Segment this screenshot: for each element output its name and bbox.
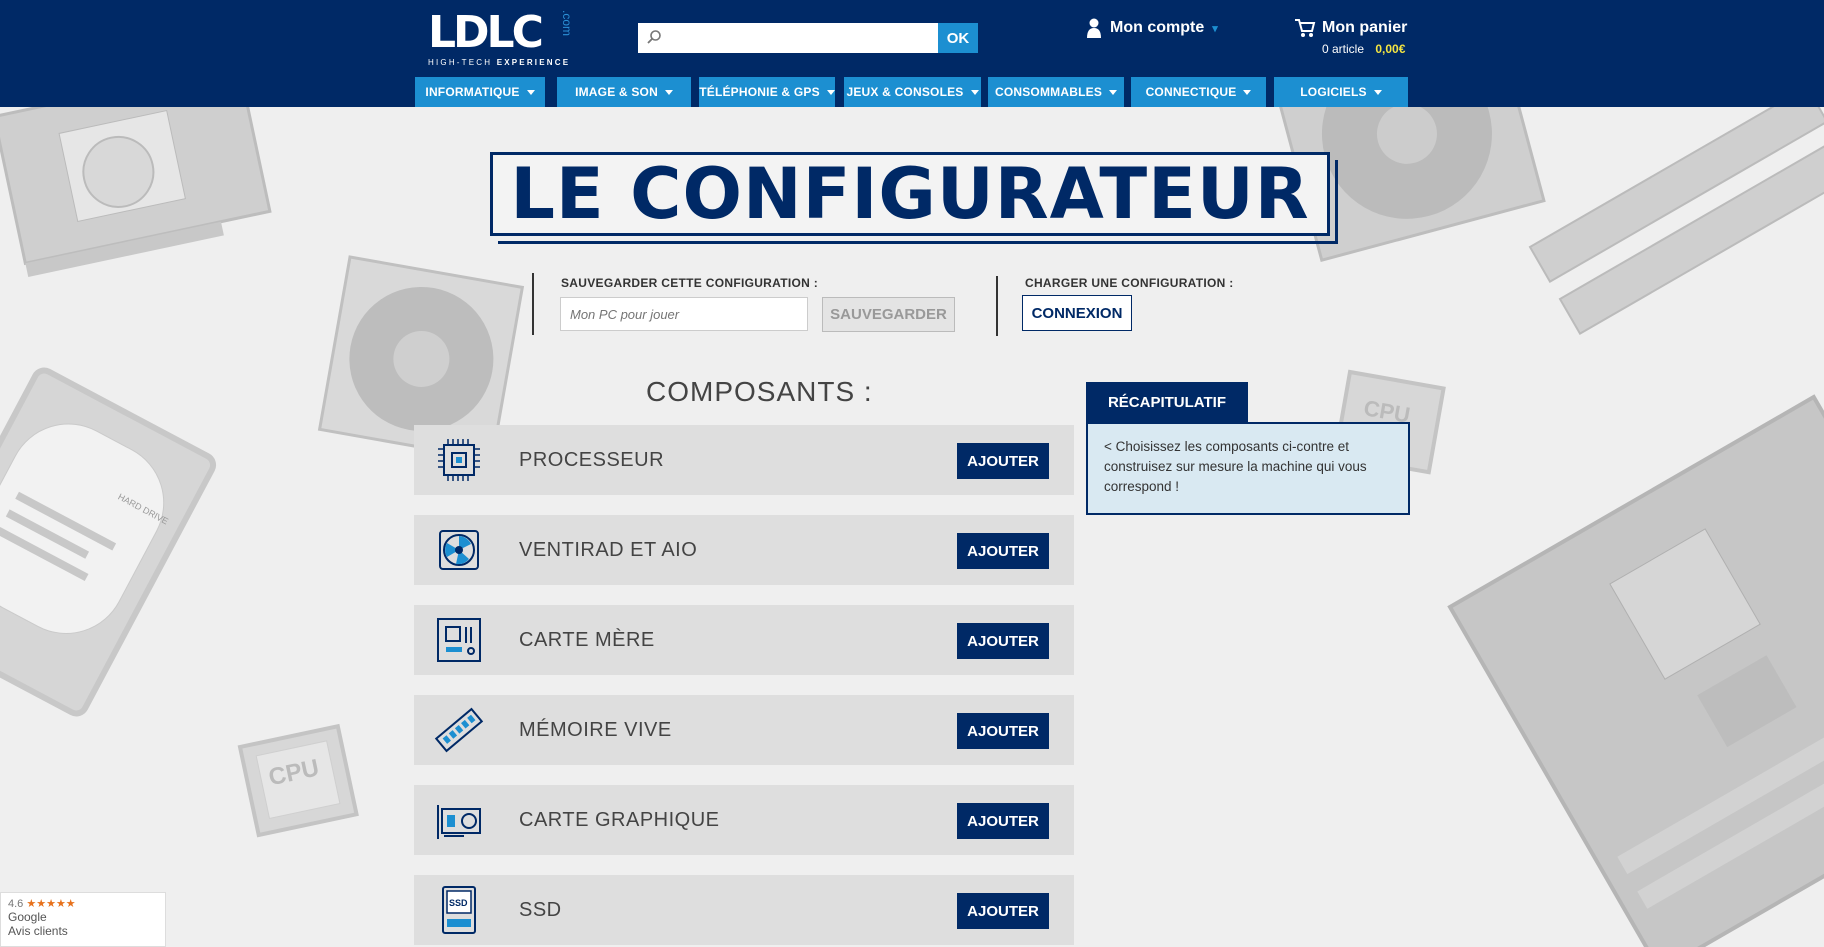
- component-row-carte-graphique: CARTE GRAPHIQUE AJOUTER: [414, 785, 1074, 855]
- motherboard-illustration: [1447, 394, 1824, 947]
- component-row-carte-mere: CARTE MÈRE AJOUTER: [414, 605, 1074, 675]
- google-reviews-badge[interactable]: 4.6 ★★★★★ Google Avis clients: [0, 892, 166, 947]
- cart-icon: [1295, 19, 1316, 37]
- nav-image-son[interactable]: IMAGE & SON: [557, 77, 691, 107]
- page-title: LE CONFIGURATEUR: [510, 153, 1310, 235]
- separator-save: [532, 273, 534, 335]
- cart-count: 0 article: [1322, 42, 1365, 56]
- nav-consommables[interactable]: CONSOMMABLES: [988, 77, 1124, 107]
- separator-load: [996, 276, 998, 336]
- caret-down-icon: [1373, 89, 1382, 95]
- google-avis-label: Avis clients: [8, 924, 68, 938]
- gpu-illustration: [0, 107, 272, 277]
- logo-tagline: HIGH-TECH EXPERIENCE: [428, 58, 571, 67]
- ldlc-logo[interactable]: LDLC .com HIGH-TECH EXPERIENCE: [428, 10, 576, 68]
- component-row-ssd: SSD SSD AJOUTER: [414, 875, 1074, 945]
- logo-text: LDLC: [428, 7, 544, 58]
- caret-down-icon: [526, 89, 535, 95]
- recap-tab[interactable]: RÉCAPITULATIF: [1086, 382, 1248, 422]
- account-label: Mon compte: [1110, 19, 1205, 36]
- add-memoire-button[interactable]: AJOUTER: [957, 713, 1049, 749]
- main-nav: INFORMATIQUE IMAGE & SON TÉLÉPHONIE & GP…: [0, 77, 1824, 107]
- component-row-processeur: PROCESSEUR AJOUTER: [414, 425, 1074, 495]
- add-carte-mere-button[interactable]: AJOUTER: [957, 623, 1049, 659]
- components-title: COMPOSANTS :: [646, 376, 873, 407]
- caret-down-icon: [1243, 89, 1252, 95]
- caret-down-icon: [664, 89, 673, 95]
- component-row-ventirad: VENTIRAD ET AIO AJOUTER: [414, 515, 1074, 585]
- recap-panel: < Choisissez les composants ci-contre et…: [1086, 422, 1410, 515]
- component-label: CARTE GRAPHIQUE: [519, 808, 720, 831]
- component-label: VENTIRAD ET AIO: [519, 538, 698, 561]
- add-ventirad-button[interactable]: AJOUTER: [957, 533, 1049, 569]
- site-header: LDLC .com HIGH-TECH EXPERIENCE OK Mon co…: [0, 0, 1824, 107]
- svg-text:SSD: SSD: [449, 898, 468, 908]
- nav-logiciels[interactable]: LOGICIELS: [1274, 77, 1408, 107]
- graphics-card-icon: [437, 805, 481, 839]
- cpu-illustration-left: CPU: [237, 723, 359, 838]
- component-label: PROCESSEUR: [519, 448, 665, 471]
- nav-telephonie-gps[interactable]: TÉLÉPHONIE & GPS: [699, 77, 835, 107]
- motherboard-icon: [437, 618, 481, 662]
- ram-icon: [434, 707, 484, 753]
- config-name-input[interactable]: [560, 297, 808, 331]
- caret-down-icon: [970, 89, 979, 95]
- cart-total: 0,00€: [1375, 42, 1406, 56]
- search-icon: [647, 30, 661, 44]
- component-label: SSD: [519, 898, 562, 921]
- search-bar: OK: [638, 23, 978, 53]
- search-button[interactable]: OK: [938, 23, 978, 53]
- google-rating: 4.6 ★★★★★: [8, 898, 76, 910]
- component-label: MÉMOIRE VIVE: [519, 718, 672, 741]
- ssd-icon: SSD: [442, 886, 476, 934]
- account-menu[interactable]: Mon compte ▾: [1086, 18, 1218, 38]
- caret-down-icon: [826, 89, 835, 95]
- google-label: Google: [8, 910, 47, 924]
- cart-label: Mon panier: [1322, 19, 1408, 36]
- fan-icon: [439, 530, 479, 570]
- save-config-label: SAUVEGARDER CETTE CONFIGURATION :: [561, 276, 819, 290]
- nav-connectique[interactable]: CONNECTIQUE: [1131, 77, 1266, 107]
- connexion-button[interactable]: CONNEXION: [1022, 295, 1132, 331]
- chevron-down-icon: ▾: [1212, 22, 1218, 35]
- caret-down-icon: [1109, 89, 1118, 95]
- component-label: CARTE MÈRE: [519, 628, 655, 651]
- title-frame: LE CONFIGURATEUR: [490, 152, 1330, 236]
- nav-jeux-consoles[interactable]: JEUX & CONSOLES: [844, 77, 981, 107]
- load-config-label: CHARGER UNE CONFIGURATION :: [1025, 276, 1234, 290]
- save-button[interactable]: SAUVEGARDER: [822, 297, 955, 332]
- processor-icon: [438, 439, 480, 481]
- logo-com: .com: [560, 10, 574, 37]
- nav-informatique[interactable]: INFORMATIQUE: [415, 77, 545, 107]
- cart-summary: 0 article 0,00€: [1322, 42, 1407, 56]
- hdd-illustration: HARD DRIVE: [0, 367, 217, 717]
- add-ssd-button[interactable]: AJOUTER: [957, 893, 1049, 929]
- add-carte-graphique-button[interactable]: AJOUTER: [957, 803, 1049, 839]
- component-row-memoire: MÉMOIRE VIVE AJOUTER: [414, 695, 1074, 765]
- search-input[interactable]: [638, 23, 938, 53]
- ram-illustration: [1528, 107, 1824, 335]
- add-processeur-button[interactable]: AJOUTER: [957, 443, 1049, 479]
- user-icon: [1087, 18, 1101, 38]
- cart[interactable]: Mon panier 0 article 0,00€: [1294, 18, 1407, 56]
